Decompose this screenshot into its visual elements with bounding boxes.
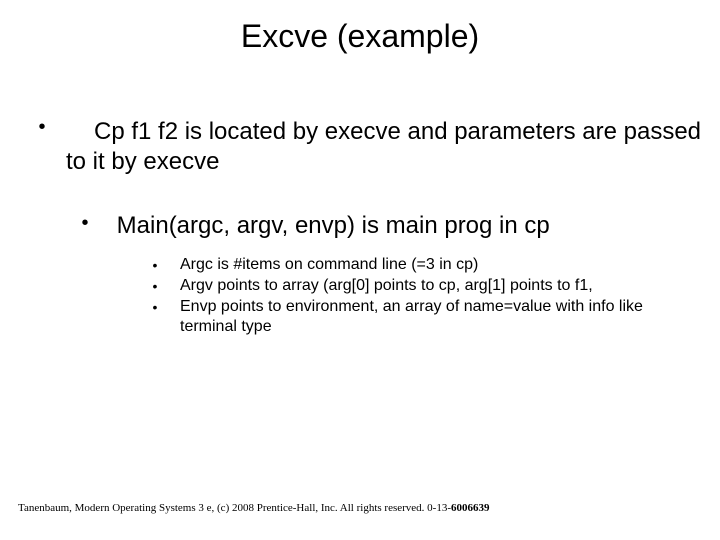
bullet-level-1: • Cp f1 f2 is located by execve and para… — [18, 115, 702, 177]
bullet-dot-icon: • — [130, 255, 180, 276]
bullet-dot-icon: • — [130, 276, 180, 297]
footer-isbn-bold: 6006639 — [451, 502, 490, 514]
bullet-level-2-text: Main(argc, argv, envp) is main prog in c… — [117, 212, 550, 239]
bullet-level-3-text: Argc is #items on command line (=3 in cp… — [180, 255, 692, 276]
bullet-level-3-group: • Argc is #items on command line (=3 in … — [130, 255, 702, 338]
slide: Excve (example) • Cp f1 f2 is located by… — [0, 0, 720, 540]
bullet-dot-icon: • — [60, 211, 110, 236]
bullet-level-3: • Argc is #items on command line (=3 in … — [130, 255, 692, 276]
bullet-level-2: • Main(argc, argv, envp) is main prog in… — [60, 211, 702, 241]
bullet-level-1-text: Cp f1 f2 is located by execve and parame… — [18, 117, 702, 177]
bullet-level-3: • Argv points to array (arg[0] points to… — [130, 276, 692, 297]
slide-title: Excve (example) — [0, 0, 720, 55]
footer-text: Tanenbaum, Modern Operating Systems 3 e,… — [18, 502, 451, 514]
bullet-level-3: • Envp points to environment, an array o… — [130, 297, 692, 339]
bullet-level-3-text: Envp points to environment, an array of … — [180, 297, 692, 339]
bullet-dot-icon: • — [130, 297, 180, 339]
slide-content: • Cp f1 f2 is located by execve and para… — [0, 55, 720, 338]
footer-citation: Tanenbaum, Modern Operating Systems 3 e,… — [18, 502, 490, 514]
bullet-level-3-text: Argv points to array (arg[0] points to c… — [180, 276, 692, 297]
bullet-dot-icon: • — [18, 115, 66, 140]
